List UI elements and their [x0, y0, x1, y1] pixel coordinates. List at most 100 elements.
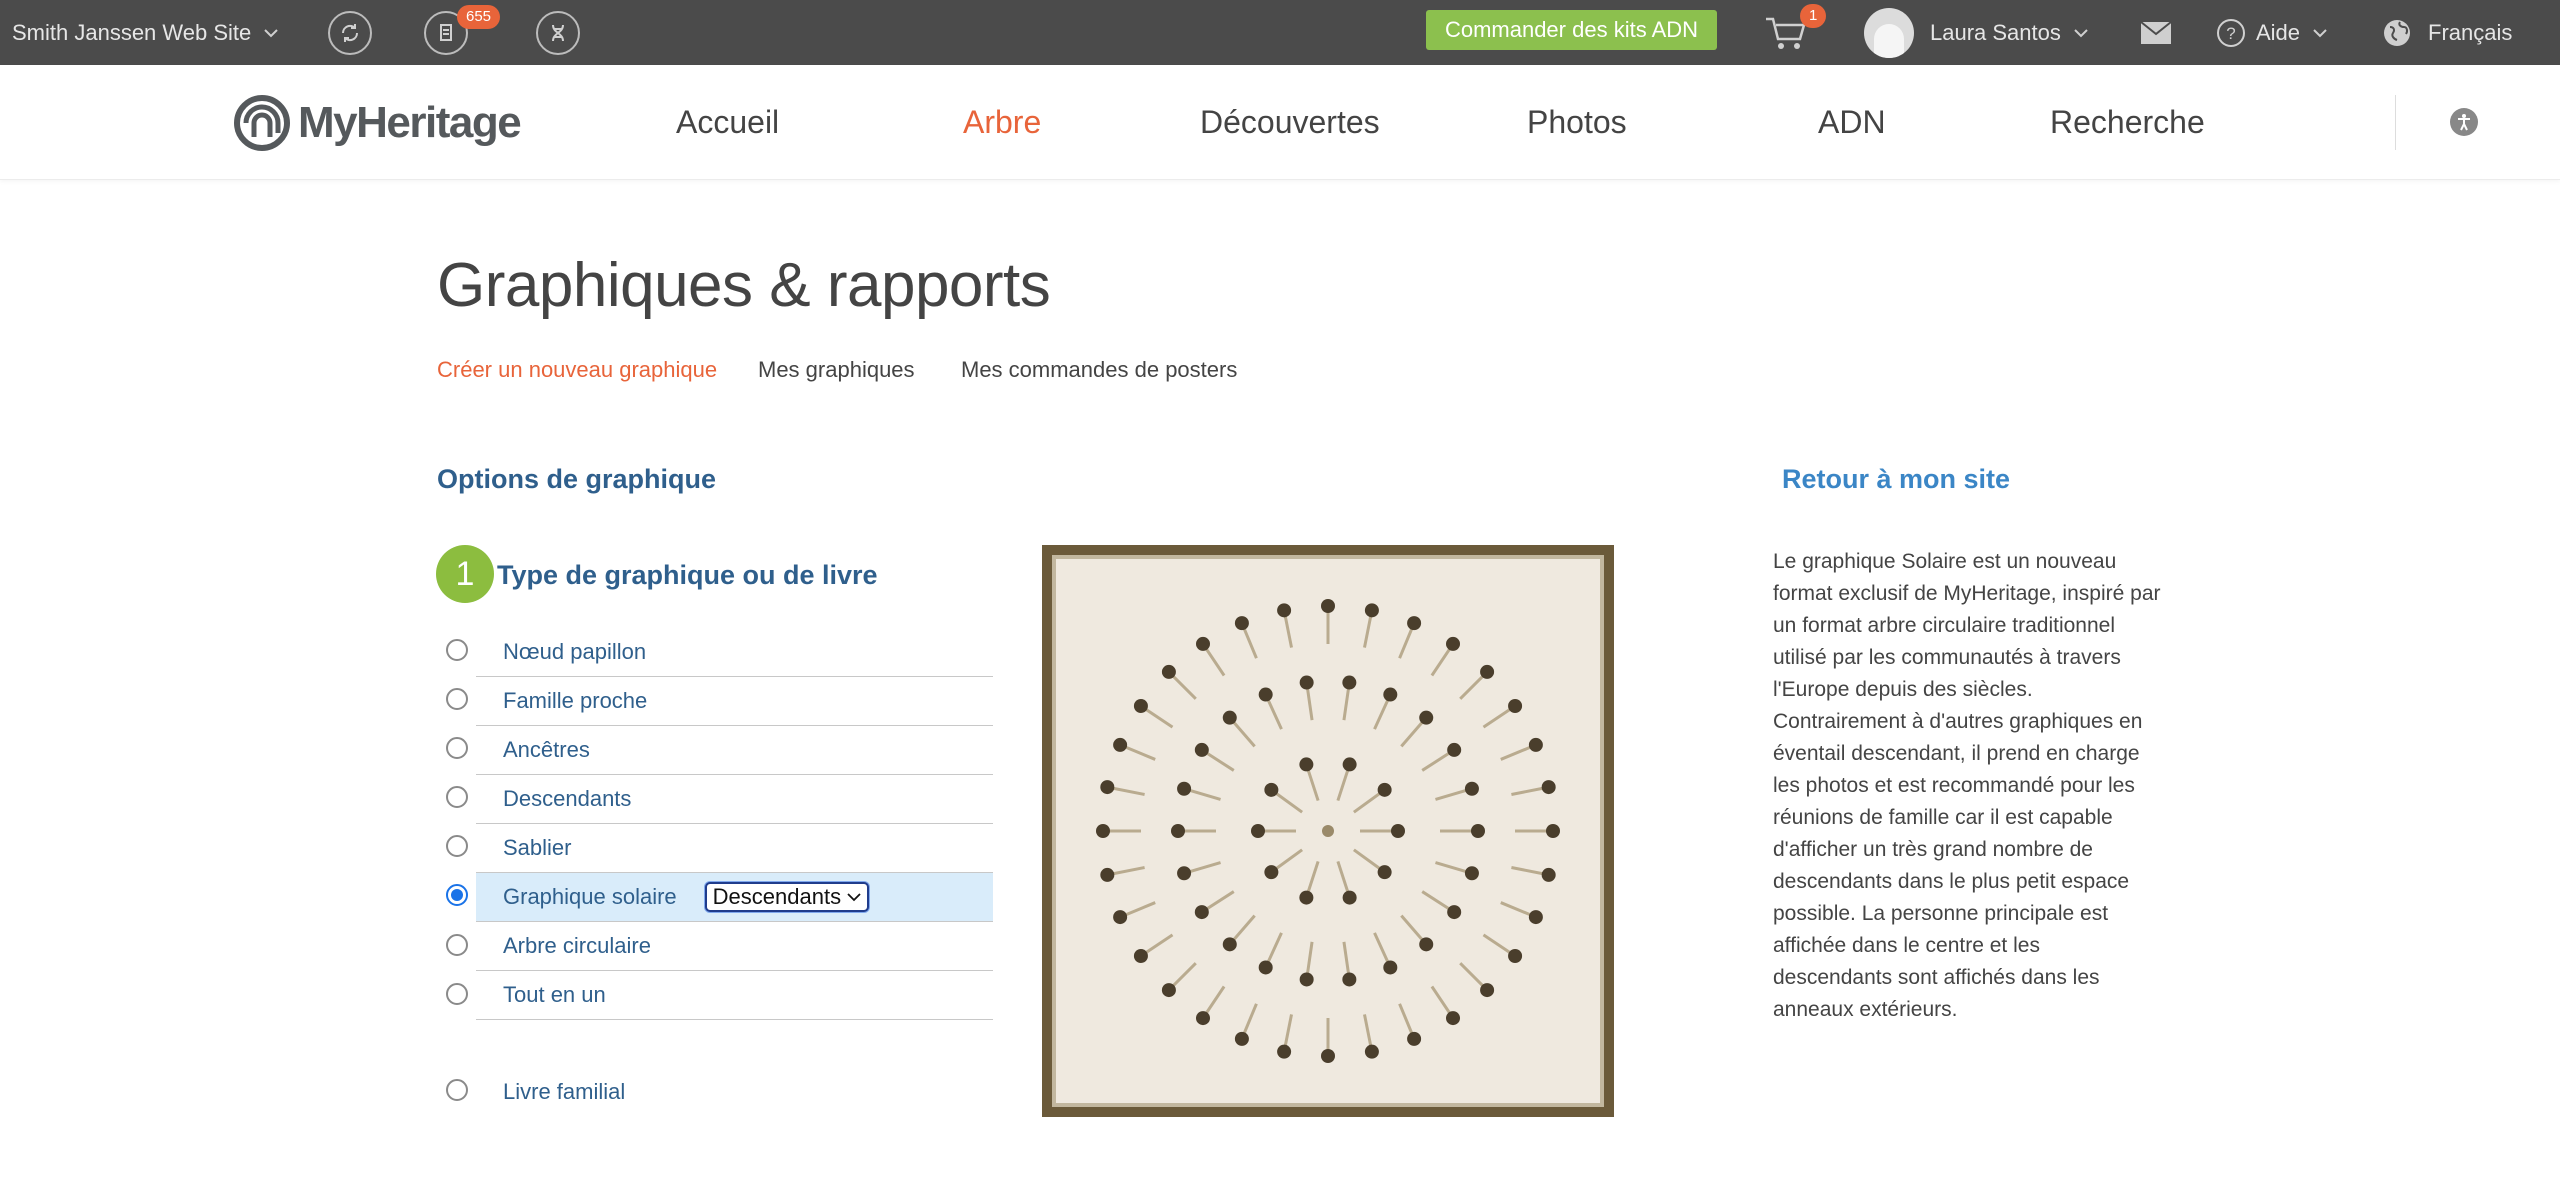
tab-my-charts[interactable]: Mes graphiques — [758, 357, 915, 383]
option-label: Tout en un — [503, 982, 606, 1007]
nav-photos[interactable]: Photos — [1527, 65, 1627, 180]
portrait-thumbnail — [1234, 616, 1249, 631]
portrait-thumbnail — [1508, 698, 1523, 713]
chevron-down-icon — [264, 28, 278, 37]
portrait-thumbnail — [1377, 865, 1392, 880]
sync-icon — [328, 10, 372, 55]
portrait-thumbnail — [1528, 910, 1543, 925]
option-label: Ancêtres — [503, 737, 590, 762]
portrait-thumbnail — [1446, 636, 1461, 651]
portrait-thumbnail — [1299, 972, 1314, 987]
portrait-thumbnail — [1342, 675, 1357, 690]
portrait-thumbnail — [1100, 780, 1115, 795]
user-menu[interactable]: Laura Santos — [1864, 0, 2089, 65]
order-dna-kits-button[interactable]: Commander des kits ADN — [1426, 10, 1717, 50]
cart-button[interactable]: 1 — [1764, 0, 1827, 65]
site-switcher[interactable]: Smith Janssen Web Site — [12, 0, 279, 65]
radio-hourglass[interactable] — [446, 835, 468, 857]
avatar — [1864, 7, 1914, 58]
portrait-thumbnail — [1100, 867, 1115, 882]
nav-tree[interactable]: Arbre — [963, 65, 1041, 180]
radio-all-in-one[interactable] — [446, 983, 468, 1005]
radio-descendants[interactable] — [446, 786, 468, 808]
portrait-thumbnail — [1321, 1049, 1335, 1063]
portrait-thumbnail — [1419, 710, 1434, 725]
select-value: Descendants — [712, 884, 842, 909]
sync-button[interactable] — [328, 0, 372, 65]
nav-dna[interactable]: ADN — [1818, 65, 1886, 180]
radio-close-family[interactable] — [446, 688, 468, 710]
chart-options-heading: Options de graphique — [437, 464, 717, 494]
help-icon: ? — [2217, 18, 2245, 47]
back-to-site-link[interactable]: Retour à mon site — [1782, 464, 2010, 495]
portrait-thumbnail — [1342, 972, 1357, 987]
language-label: Français — [2428, 19, 2513, 45]
portrait-thumbnail — [1299, 890, 1314, 905]
portrait-thumbnail — [1113, 910, 1128, 925]
language-menu[interactable]: Français — [2382, 0, 2512, 65]
tab-create-new-chart[interactable]: Créer un nouveau graphique — [437, 357, 717, 383]
portrait-thumbnail — [1222, 937, 1237, 952]
step-number-badge: 1 — [436, 545, 494, 603]
portrait-thumbnail — [1133, 698, 1148, 713]
option-family-book[interactable]: Livre familial — [503, 1079, 625, 1105]
nav-research[interactable]: Recherche — [2050, 65, 2205, 180]
portrait-thumbnail — [1161, 664, 1176, 679]
mail-icon — [2140, 20, 2172, 44]
portrait-thumbnail — [1299, 675, 1314, 690]
logo-text: MyHeritage — [298, 98, 522, 147]
option-all-in-one[interactable]: Tout en un — [476, 971, 993, 1020]
help-menu[interactable]: ? Aide — [2216, 0, 2328, 65]
portrait-thumbnail — [1541, 867, 1556, 882]
matches-button[interactable]: 655 — [424, 0, 501, 65]
portrait-thumbnail — [1383, 687, 1398, 702]
radio-ancestors[interactable] — [446, 737, 468, 759]
portrait-thumbnail — [1195, 1011, 1210, 1026]
portrait-thumbnail — [1194, 905, 1209, 920]
user-name: Laura Santos — [1930, 19, 2061, 45]
solar-type-select[interactable]: Descendants — [704, 882, 870, 912]
chart-description: Le graphique Solaire est un nouveau form… — [1773, 550, 2161, 1021]
messages-button[interactable] — [2140, 0, 2172, 65]
dna-icon-button[interactable] — [536, 0, 580, 65]
portrait-thumbnail — [1480, 983, 1495, 998]
radio-bowtie[interactable] — [446, 639, 468, 661]
accessibility-icon[interactable] — [2450, 108, 2478, 136]
option-close-family[interactable]: Famille proche — [476, 677, 993, 726]
chevron-down-icon — [2313, 28, 2327, 37]
portrait-thumbnail — [1407, 1031, 1422, 1046]
portrait-thumbnail — [1171, 824, 1185, 838]
tab-poster-orders[interactable]: Mes commandes de posters — [961, 357, 1237, 383]
portrait-thumbnail — [1446, 1011, 1461, 1026]
option-label: Famille proche — [503, 688, 648, 713]
portrait-thumbnail — [1177, 866, 1192, 881]
page-title: Graphiques & rapports — [437, 251, 1051, 320]
portrait-thumbnail — [1277, 603, 1292, 618]
nav-home[interactable]: Accueil — [676, 65, 779, 180]
option-bowtie[interactable]: Nœud papillon — [476, 628, 993, 677]
main-navigation: MyHeritage Accueil Arbre Découvertes Pho… — [0, 65, 2560, 180]
option-solar-chart[interactable]: Graphique solaire Descendants — [476, 873, 993, 922]
portrait-thumbnail — [1447, 905, 1462, 920]
option-hourglass[interactable]: Sablier — [476, 824, 993, 873]
portrait-thumbnail — [1258, 687, 1273, 702]
radio-solar-chart[interactable] — [446, 884, 468, 906]
radio-family-book[interactable] — [446, 1079, 468, 1101]
step-title: Type de graphique ou de livre — [497, 560, 878, 590]
portrait-thumbnail — [1464, 781, 1479, 796]
portrait-thumbnail — [1391, 824, 1405, 838]
site-name: Smith Janssen Web Site — [12, 19, 252, 45]
option-label: Arbre circulaire — [503, 933, 651, 958]
option-label: Sablier — [503, 835, 572, 860]
option-descendants[interactable]: Descendants — [476, 775, 993, 824]
solar-chart-illustration — [1096, 599, 1560, 1063]
portrait-thumbnail — [1194, 742, 1209, 757]
option-circular-tree[interactable]: Arbre circulaire — [476, 922, 993, 971]
nav-discoveries[interactable]: Découvertes — [1200, 65, 1380, 180]
portrait-thumbnail — [1133, 949, 1148, 964]
radio-circular-tree[interactable] — [446, 934, 468, 956]
myheritage-logo[interactable]: MyHeritage — [230, 95, 522, 151]
option-ancestors[interactable]: Ancêtres — [476, 726, 993, 775]
portrait-thumbnail — [1321, 599, 1335, 613]
portrait-thumbnail — [1342, 757, 1357, 772]
